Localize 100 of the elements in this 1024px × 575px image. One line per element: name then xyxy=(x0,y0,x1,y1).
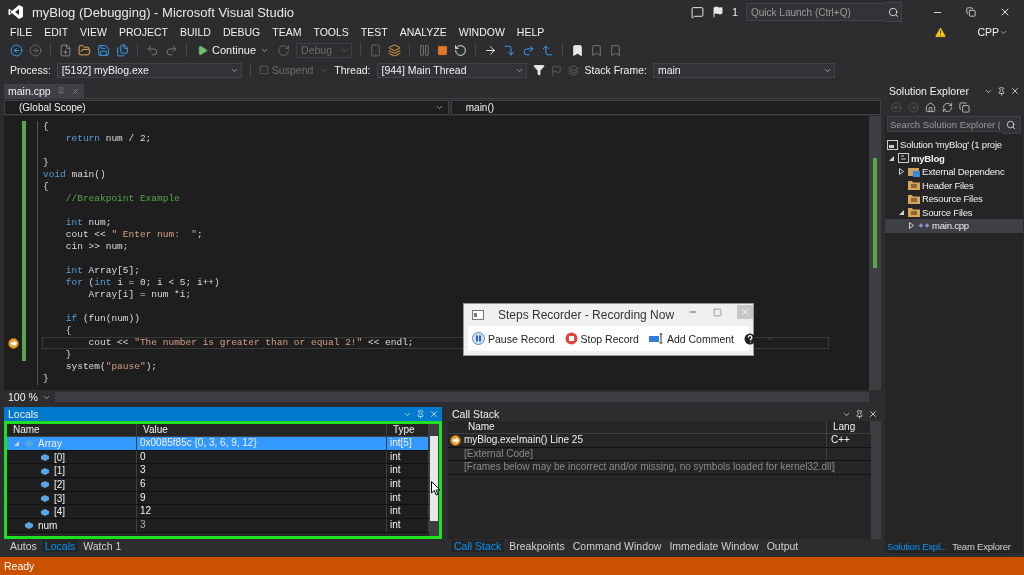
zoom-level[interactable]: 100 % xyxy=(8,391,38,403)
tree-item[interactable]: Solution 'myBlog' (1 proje xyxy=(885,138,1023,152)
panel-tab[interactable]: Locals xyxy=(41,540,79,552)
new-file-icon[interactable] xyxy=(59,43,72,57)
step-over-icon[interactable] xyxy=(522,43,536,57)
code-line: { xyxy=(43,182,49,192)
maximize-icon xyxy=(712,307,722,317)
column-header[interactable]: Name xyxy=(462,421,827,433)
refresh-icon[interactable] xyxy=(277,43,291,57)
undo-icon[interactable] xyxy=(146,43,159,57)
recorder-button[interactable]: Pause Record xyxy=(472,332,555,345)
redo-icon[interactable] xyxy=(165,43,178,57)
recorder-button[interactable]: Add Comment xyxy=(648,332,735,345)
scope-dropdown[interactable]: (Global Scope) xyxy=(4,100,449,115)
tree-label: main.cpp xyxy=(932,220,969,232)
close-icon[interactable] xyxy=(868,409,878,419)
tree-item[interactable]: External Dependenc xyxy=(885,165,1023,179)
panel-tab[interactable]: Immediate Window xyxy=(666,540,762,552)
panel-tab[interactable]: Watch 1 xyxy=(80,540,125,552)
expanded-icon[interactable] xyxy=(888,154,895,162)
tree-item[interactable]: Resource Files xyxy=(885,192,1023,206)
save-all-icon[interactable] xyxy=(116,43,129,57)
tree-item[interactable]: Header Files xyxy=(885,178,1023,192)
tree-item[interactable]: main.cpp xyxy=(885,219,1023,233)
search-button[interactable] xyxy=(1002,116,1021,134)
step-out-icon[interactable] xyxy=(541,43,555,57)
continue-button[interactable]: Continue xyxy=(195,41,272,59)
menu-item[interactable]: BUILD xyxy=(173,26,217,38)
menu-item[interactable]: ANALYZE xyxy=(393,26,453,38)
variable-row[interactable]: [2] 6 int xyxy=(7,478,429,492)
recorder-button[interactable]: Stop Record xyxy=(564,332,639,345)
thread-dropdown[interactable]: [944] Main Thread xyxy=(376,62,527,78)
stop-icon[interactable] xyxy=(437,44,449,56)
menu-item[interactable]: EDIT xyxy=(38,26,75,38)
variable-name: [4] xyxy=(54,506,66,518)
pin-icon[interactable] xyxy=(997,86,1006,96)
panel-tab[interactable]: Team Explorer xyxy=(950,540,1013,552)
flag-icon[interactable] xyxy=(711,6,724,18)
variable-row[interactable]: num 3 int xyxy=(7,519,429,533)
menu-item[interactable]: VIEW xyxy=(74,26,113,38)
show-next-statement-icon[interactable] xyxy=(484,43,498,57)
panel-tab[interactable]: Breakpoints xyxy=(506,540,568,552)
menu-item[interactable]: TEAM xyxy=(266,26,308,38)
warning-icon[interactable] xyxy=(934,25,948,39)
sync-icon[interactable] xyxy=(942,101,953,113)
call-stack-frame[interactable]: [Frames below may be incorrect and/or missing, no symbols loaded for kernel32.dll] xyxy=(462,461,836,475)
process-dropdown[interactable]: [5192] myBlog.exe xyxy=(56,62,242,78)
scrollbar[interactable] xyxy=(869,116,881,390)
search-field[interactable]: Search Solution Explorer ( xyxy=(887,116,1002,132)
close-icon[interactable] xyxy=(1010,86,1020,96)
menu-item[interactable]: PROJECT xyxy=(112,26,174,38)
menu-item[interactable]: WINDOW xyxy=(452,26,511,38)
thread-label: Thread: xyxy=(334,64,371,76)
member-dropdown[interactable]: main() xyxy=(450,100,881,115)
expanded-icon[interactable] xyxy=(898,208,905,216)
profile-name[interactable]: CPP xyxy=(977,26,999,38)
menu-item[interactable]: DEBUG xyxy=(216,26,267,38)
menu-item[interactable]: FILE xyxy=(4,26,39,38)
folder-icon[interactable] xyxy=(78,43,91,57)
scrollbar[interactable] xyxy=(871,421,881,539)
panel-tab[interactable]: Output xyxy=(763,540,802,552)
collapsed-icon[interactable] xyxy=(908,222,915,230)
panel-tab[interactable]: Solution Expl... xyxy=(885,540,950,552)
pin-icon[interactable] xyxy=(855,409,864,419)
collapsed-icon[interactable] xyxy=(898,168,905,176)
column-header[interactable]: Name xyxy=(7,424,137,436)
variable-row[interactable]: [1] 3 int xyxy=(7,464,429,479)
home-icon[interactable] xyxy=(925,101,936,113)
help-icon[interactable] xyxy=(744,332,757,345)
bookmark-icon[interactable] xyxy=(571,43,585,57)
layers-icon[interactable] xyxy=(388,43,402,57)
stack-frame-dropdown[interactable]: main xyxy=(652,62,835,78)
forward-icon[interactable] xyxy=(29,43,42,57)
back-icon[interactable] xyxy=(10,43,23,57)
column-header[interactable]: Value xyxy=(137,424,387,436)
feedback-icon[interactable] xyxy=(690,5,704,19)
tree-item[interactable]: Source Files xyxy=(885,205,1023,219)
variable-row[interactable]: [4] 12 int xyxy=(7,505,429,520)
panel-tab[interactable]: Autos xyxy=(7,540,40,552)
menu-item[interactable]: TOOLS xyxy=(307,26,355,38)
variable-value: 0 xyxy=(137,450,387,464)
collapse-all-icon[interactable] xyxy=(959,101,970,113)
caret-icon[interactable] xyxy=(434,103,444,112)
folder-icon xyxy=(908,180,920,191)
call-stack-frame[interactable]: myBlog.exe!main() Line 25 xyxy=(462,434,827,447)
restart-icon[interactable] xyxy=(454,43,468,57)
menu-item[interactable]: TEST xyxy=(354,26,394,38)
menu-item[interactable]: HELP xyxy=(510,26,551,38)
step-into-icon[interactable] xyxy=(503,43,517,57)
panel-tab[interactable]: Call Stack xyxy=(451,540,505,552)
save-icon[interactable] xyxy=(97,43,110,57)
tree-item[interactable]: myBlog xyxy=(885,151,1023,165)
call-stack-frame[interactable]: [External Code] xyxy=(462,447,827,461)
code-line: cout << " Enter num: "; xyxy=(64,230,203,240)
panel-title: Call Stack xyxy=(452,408,501,420)
scrollbar[interactable] xyxy=(429,424,439,536)
pause-icon[interactable] xyxy=(418,43,432,57)
window-title: Steps Recorder - Recording Now xyxy=(498,308,675,322)
filter-icon[interactable] xyxy=(532,64,545,76)
panel-tab[interactable]: Command Window xyxy=(569,540,665,552)
